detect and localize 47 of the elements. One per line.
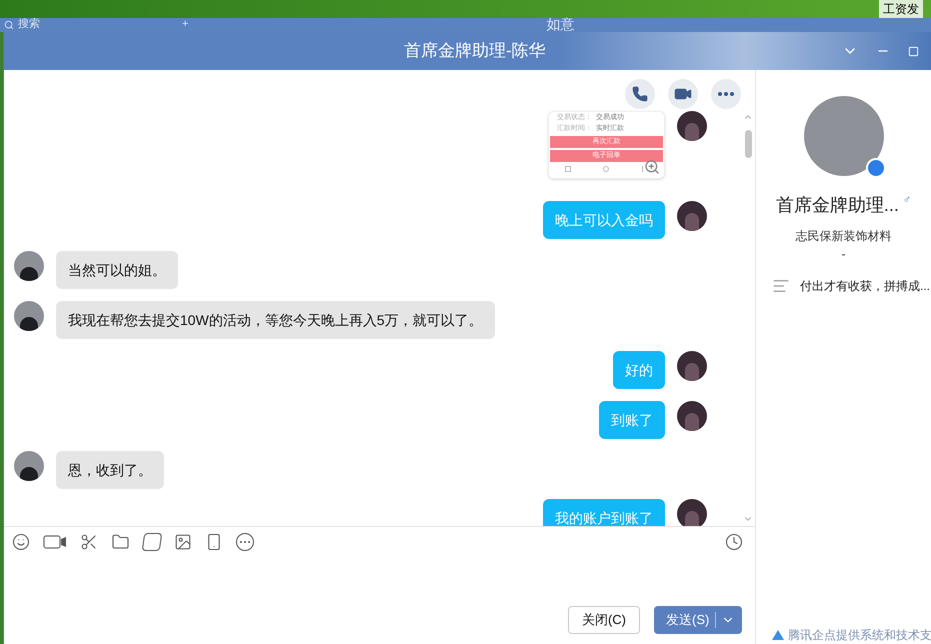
- agent-avatar: [14, 451, 44, 481]
- profile-name: 首席金牌助理...: [776, 194, 899, 217]
- enterprise-badge-icon: [866, 158, 886, 178]
- zoom-icon[interactable]: [644, 159, 660, 175]
- scissors-icon[interactable]: [80, 532, 98, 550]
- user-avatar: [677, 351, 707, 381]
- male-icon: ♂: [902, 192, 912, 208]
- history-icon[interactable]: [725, 532, 743, 550]
- more-options-icon[interactable]: [236, 532, 254, 550]
- add-button[interactable]: +: [182, 18, 188, 31]
- voice-call-button[interactable]: [625, 79, 655, 109]
- user-avatar: [677, 499, 707, 526]
- close-button[interactable]: 关闭(C): [568, 606, 640, 634]
- user-avatar: [677, 111, 707, 141]
- user-avatar: [677, 201, 707, 231]
- emoji-icon[interactable]: [12, 532, 30, 550]
- agent-avatar: [14, 251, 44, 281]
- folder-icon[interactable]: [111, 532, 130, 550]
- search-icon: [4, 20, 14, 30]
- message-bubble: 晚上可以入金吗: [543, 201, 665, 239]
- send-button[interactable]: 发送(S): [654, 606, 742, 634]
- video-call-button[interactable]: [668, 79, 698, 109]
- signature-icon: [772, 277, 790, 295]
- phone-icon: [632, 86, 648, 102]
- message-bubble: 当然可以的姐。: [56, 251, 178, 289]
- maximize-icon[interactable]: [908, 46, 919, 56]
- message-bubble: 到账了: [599, 401, 665, 439]
- profile-dash: -: [842, 246, 846, 263]
- message-bubble: 恩，收到了。: [56, 451, 164, 489]
- background-window-title: 如意: [546, 18, 574, 31]
- window-title: 首席金牌助理-陈华: [404, 40, 546, 62]
- message-bubble: 我现在帮您去提交10W的活动，等您今天晚上再入5万，就可以了。: [56, 301, 495, 339]
- nav-square-icon: [565, 166, 572, 172]
- search-field[interactable]: 搜索: [4, 18, 174, 31]
- agent-avatar: [14, 301, 44, 331]
- signature-text: 付出才有收获，拼搏成...: [800, 278, 930, 295]
- message-bubble: 我的账户到账了: [543, 499, 665, 526]
- scrollbar-thumb[interactable]: [745, 130, 752, 158]
- more-button[interactable]: [711, 79, 741, 109]
- desktop-icon-label: 工资发: [879, 0, 923, 18]
- ellipsis-icon: [718, 92, 734, 96]
- message-bubble: 好的: [613, 351, 665, 389]
- triangle-logo-icon: [772, 630, 784, 640]
- shake-phone-icon[interactable]: [205, 532, 223, 550]
- company-name: 志民保新装饰材料: [796, 228, 892, 245]
- user-avatar: [677, 401, 707, 431]
- image-icon[interactable]: [174, 532, 192, 550]
